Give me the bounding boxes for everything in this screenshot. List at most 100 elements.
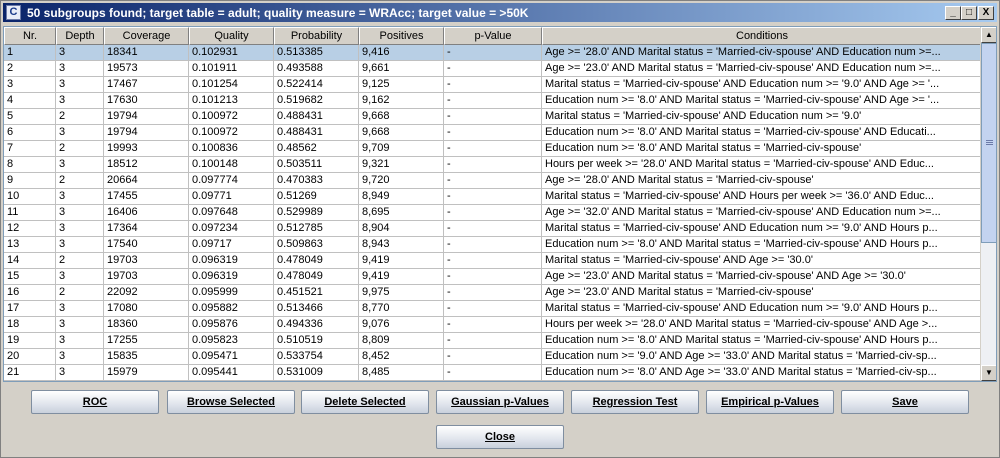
column-header-coverage[interactable]: Coverage	[104, 27, 189, 45]
cell-quality: 0.09771	[189, 189, 274, 205]
cell-probability: 0.512785	[274, 221, 359, 237]
cell-quality: 0.100972	[189, 109, 274, 125]
cell-depth: 2	[56, 253, 104, 269]
table-row[interactable]: 3 3 17467 0.101254 0.522414 9,125- Marital sta…	[4, 77, 982, 93]
cell-coverage: 15979	[104, 365, 189, 381]
cell-nr: 1	[4, 45, 56, 61]
cell-quality: 0.100148	[189, 157, 274, 173]
cell-p-value: -	[444, 221, 542, 237]
table-row[interactable]: 7 2 19993 0.100836 0.48562 9,709- Education nu…	[4, 141, 982, 157]
cell-quality: 0.096319	[189, 269, 274, 285]
table-row[interactable]: 1 3 18341 0.102931 0.513385 9,416- Age >= '28.…	[4, 45, 982, 61]
gaussian-p-values-button[interactable]: Gaussian p-Values	[436, 390, 564, 414]
save-button[interactable]: Save	[841, 390, 969, 414]
cell-conditions: Education num >= '8.0' AND Marital statu…	[542, 125, 982, 141]
table-row[interactable]: 8 3 18512 0.100148 0.503511 9,321- Hours per w…	[4, 157, 982, 173]
column-header-conditions[interactable]: Conditions	[542, 27, 982, 45]
cell-p-value: -	[444, 237, 542, 253]
table-body: 1 3 18341 0.102931 0.513385 9,416- Age >= '28.…	[4, 45, 982, 381]
regression-test-button[interactable]: Regression Test	[571, 390, 699, 414]
cell-depth: 3	[56, 221, 104, 237]
scroll-up-arrow-icon[interactable]: ▲	[981, 27, 996, 43]
cell-p-value: -	[444, 189, 542, 205]
table-row[interactable]: 17 3 17080 0.095882 0.513466 8,770- Marital st…	[4, 301, 982, 317]
cell-positives: 8,809	[359, 333, 444, 349]
scroll-thumb[interactable]	[981, 43, 996, 243]
cell-depth: 3	[56, 125, 104, 141]
cell-positives: 9,668	[359, 125, 444, 141]
cell-p-value: -	[444, 173, 542, 189]
table-row[interactable]: 16 2 22092 0.095999 0.451521 9,975- Age >= '23…	[4, 285, 982, 301]
delete-selected-button[interactable]: Delete Selected	[301, 390, 429, 414]
cell-depth: 2	[56, 285, 104, 301]
column-header-nr[interactable]: Nr.	[4, 27, 56, 45]
table-row[interactable]: 18 3 18360 0.095876 0.494336 9,076- Hours per …	[4, 317, 982, 333]
cell-probability: 0.488431	[274, 109, 359, 125]
table-row[interactable]: 19 3 17255 0.095823 0.510519 8,809- Education …	[4, 333, 982, 349]
cell-conditions: Marital status = 'Married-civ-spouse' AN…	[542, 221, 982, 237]
cell-conditions: Age >= '32.0' AND Marital status = 'Marr…	[542, 205, 982, 221]
table-row[interactable]: 11 3 16406 0.097648 0.529989 8,695- Age >= '32…	[4, 205, 982, 221]
cell-nr: 6	[4, 125, 56, 141]
column-header-quality[interactable]: Quality	[189, 27, 274, 45]
column-header-p-value[interactable]: p-Value	[444, 27, 542, 45]
cell-conditions: Education num >= '8.0' AND Marital statu…	[542, 237, 982, 253]
cell-conditions: Education num >= '8.0' AND Marital statu…	[542, 333, 982, 349]
table-row[interactable]: 21 3 15979 0.095441 0.531009 8,485- Education …	[4, 365, 982, 381]
cell-depth: 3	[56, 61, 104, 77]
table-row[interactable]: 5 2 19794 0.100972 0.488431 9,668- Marital sta…	[4, 109, 982, 125]
table-row[interactable]: 10 3 17455 0.09771 0.51269 8,949- Marital stat…	[4, 189, 982, 205]
table-row[interactable]: 2 3 19573 0.101911 0.493588 9,661- Age >= '23.…	[4, 61, 982, 77]
cell-p-value: -	[444, 285, 542, 301]
cell-nr: 21	[4, 365, 56, 381]
table-row[interactable]: 14 2 19703 0.096319 0.478049 9,419- Marital st…	[4, 253, 982, 269]
cell-probability: 0.494336	[274, 317, 359, 333]
cell-quality: 0.095441	[189, 365, 274, 381]
cell-conditions: Age >= '23.0' AND Marital status = 'Marr…	[542, 269, 982, 285]
cell-probability: 0.478049	[274, 253, 359, 269]
cell-coverage: 22092	[104, 285, 189, 301]
browse-selected-button[interactable]: Browse Selected	[167, 390, 295, 414]
cell-conditions: Education num >= '8.0' AND Marital statu…	[542, 141, 982, 157]
cell-nr: 5	[4, 109, 56, 125]
vertical-scrollbar[interactable]: ▲ ▼	[980, 27, 996, 381]
cell-coverage: 17364	[104, 221, 189, 237]
cell-nr: 3	[4, 77, 56, 93]
table-row[interactable]: 4 3 17630 0.101213 0.519682 9,162- Education n…	[4, 93, 982, 109]
table-row[interactable]: 15 3 19703 0.096319 0.478049 9,419- Age >= '23…	[4, 269, 982, 285]
close-button[interactable]: Close	[436, 425, 564, 449]
roc-button[interactable]: ROC	[31, 390, 159, 414]
app-icon: C	[6, 5, 21, 20]
cell-depth: 3	[56, 349, 104, 365]
table-header: Nr. Depth Coverage Quality Probability Positi…	[4, 27, 982, 45]
cell-p-value: -	[444, 157, 542, 173]
cell-coverage: 17540	[104, 237, 189, 253]
cell-nr: 2	[4, 61, 56, 77]
cell-depth: 2	[56, 173, 104, 189]
table-row[interactable]: 12 3 17364 0.097234 0.512785 8,904- Marital st…	[4, 221, 982, 237]
cell-quality: 0.097648	[189, 205, 274, 221]
table-row[interactable]: 6 3 19794 0.100972 0.488431 9,668- Education n…	[4, 125, 982, 141]
cell-probability: 0.513385	[274, 45, 359, 61]
table-row[interactable]: 20 3 15835 0.095471 0.533754 8,452- Education …	[4, 349, 982, 365]
table-row[interactable]: 9 2 20664 0.097774 0.470383 9,720- Age >= '28.…	[4, 173, 982, 189]
title-bar[interactable]: C 50 subgroups found; target table = adu…	[3, 3, 997, 22]
cell-nr: 8	[4, 157, 56, 173]
subgroups-window: C 50 subgroups found; target table = adu…	[0, 0, 1000, 458]
cell-conditions: Marital status = 'Married-civ-spouse' AN…	[542, 253, 982, 269]
close-window-button[interactable]: X	[978, 6, 994, 20]
cell-depth: 3	[56, 365, 104, 381]
maximize-button[interactable]: □	[961, 6, 977, 20]
empirical-p-values-button[interactable]: Empirical p-Values	[706, 390, 834, 414]
column-header-probability[interactable]: Probability	[274, 27, 359, 45]
column-header-depth[interactable]: Depth	[56, 27, 104, 45]
cell-coverage: 19703	[104, 253, 189, 269]
cell-quality: 0.095471	[189, 349, 274, 365]
cell-conditions: Age >= '23.0' AND Marital status = 'Marr…	[542, 285, 982, 301]
cell-positives: 9,720	[359, 173, 444, 189]
scroll-down-arrow-icon[interactable]: ▼	[981, 365, 996, 381]
column-header-positives[interactable]: Positives	[359, 27, 444, 45]
minimize-button[interactable]: _	[945, 6, 961, 20]
table-row[interactable]: 13 3 17540 0.09717 0.509863 8,943- Education n…	[4, 237, 982, 253]
cell-quality: 0.097774	[189, 173, 274, 189]
